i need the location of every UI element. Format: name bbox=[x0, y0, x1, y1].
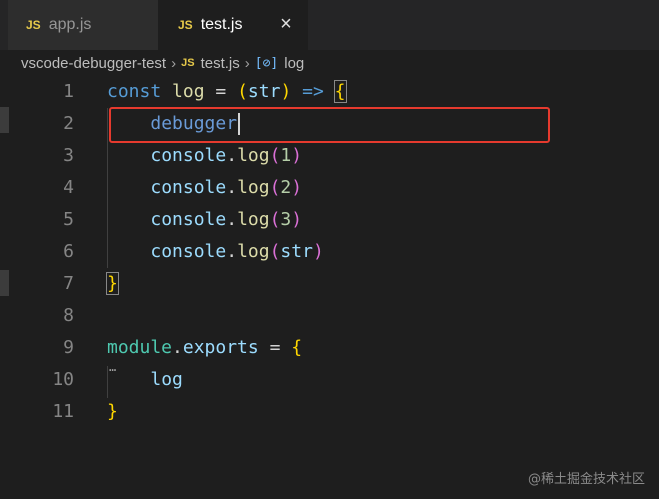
line-number: 7 bbox=[63, 273, 74, 294]
chevron-right-icon: › bbox=[244, 54, 250, 72]
tab-app-js[interactable]: JS app.js bbox=[8, 0, 158, 50]
line-number: 3 bbox=[63, 145, 74, 166]
breadcrumb: vscode-debugger-test › JS test.js › [⊘] … bbox=[0, 50, 659, 76]
fold-ellipsis-icon[interactable]: … bbox=[109, 360, 116, 374]
close-icon[interactable]: × bbox=[276, 14, 296, 34]
code-line: 4 console.log(2) bbox=[0, 172, 659, 204]
code-line: 3 console.log(1) bbox=[0, 140, 659, 172]
variable-symbol-icon: [⊘] bbox=[254, 55, 279, 71]
chevron-right-icon: › bbox=[171, 54, 177, 72]
tab-label: app.js bbox=[48, 16, 92, 33]
breadcrumb-folder[interactable]: vscode-debugger-test bbox=[21, 55, 166, 72]
line-number: 11 bbox=[52, 401, 74, 422]
js-file-icon: JS bbox=[181, 57, 195, 69]
js-file-icon: JS bbox=[178, 18, 193, 32]
tab-test-js[interactable]: JS test.js × bbox=[158, 0, 308, 50]
code-line: 5 console.log(3) bbox=[0, 204, 659, 236]
line-number: 8 bbox=[63, 305, 74, 326]
code-text: } bbox=[106, 272, 119, 295]
code-line: 9 module.exports = { bbox=[0, 332, 659, 364]
code-text: console.log(2) bbox=[150, 177, 303, 198]
line-number: 5 bbox=[63, 209, 74, 230]
code-text: console.log(3) bbox=[150, 209, 303, 230]
code-text: console.log(1) bbox=[150, 145, 303, 166]
breadcrumb-file[interactable]: test.js bbox=[201, 55, 240, 72]
code-text: log bbox=[150, 369, 183, 390]
code-text: module.exports = { bbox=[107, 337, 303, 358]
breadcrumb-symbol[interactable]: log bbox=[284, 55, 304, 72]
line-number: 6 bbox=[63, 241, 74, 262]
code-line: 11 } bbox=[0, 396, 659, 428]
code-text: const log = (str) => { bbox=[107, 80, 347, 103]
js-file-icon: JS bbox=[26, 18, 41, 32]
code-text: console.log(str) bbox=[150, 241, 324, 262]
code-line: 10 log bbox=[0, 364, 659, 396]
line-number: 10 bbox=[52, 369, 74, 390]
code-line: 1 const log = (str) => { bbox=[0, 76, 659, 108]
highlight-box bbox=[109, 107, 550, 143]
code-line: 7 } bbox=[0, 268, 659, 300]
watermark: @稀土掘金技术社区 bbox=[527, 472, 645, 487]
line-number: 4 bbox=[63, 177, 74, 198]
code-text: } bbox=[107, 401, 118, 422]
line-number: 1 bbox=[63, 81, 74, 102]
code-line: 6 console.log(str) bbox=[0, 236, 659, 268]
line-number: 9 bbox=[63, 337, 74, 358]
code-line: 8 bbox=[0, 300, 659, 332]
tab-bar: JS app.js JS test.js × bbox=[0, 0, 659, 50]
line-number: 2 bbox=[63, 113, 74, 134]
tab-label: test.js bbox=[200, 16, 243, 33]
